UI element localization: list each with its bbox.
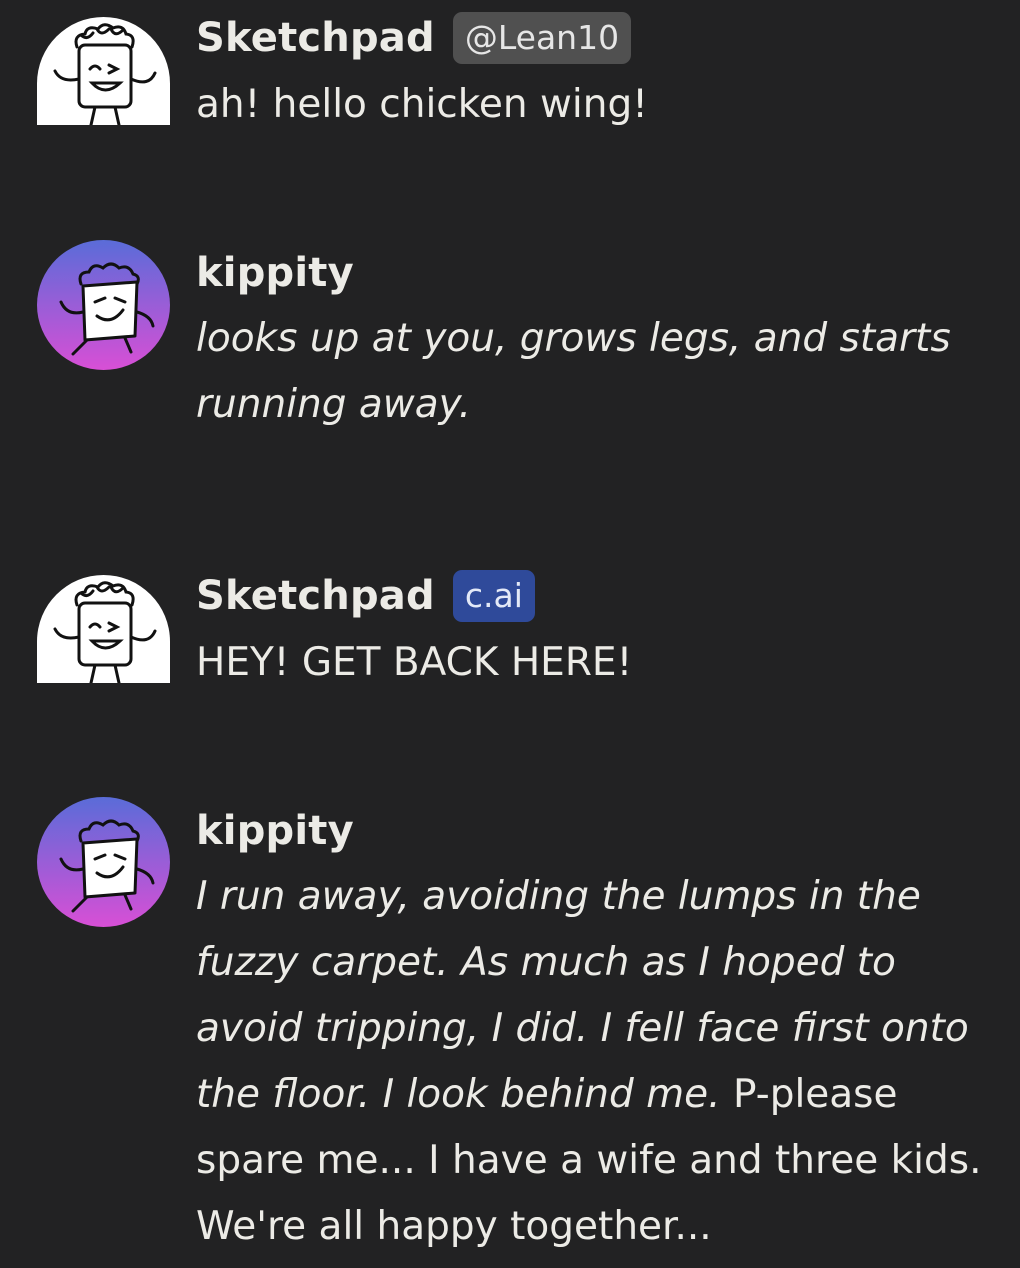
message-header: Sketchpad c.ai <box>196 566 535 626</box>
author-name[interactable]: Sketchpad <box>196 15 435 61</box>
ai-badge: c.ai <box>452 570 535 622</box>
sketchpad-avatar-icon[interactable] <box>37 17 170 125</box>
message-text: ah! hello chicken wing! <box>196 82 648 127</box>
sketchpad-avatar-icon[interactable] <box>37 575 170 683</box>
author-name[interactable]: kippity <box>196 808 354 854</box>
kippity-avatar-icon[interactable] <box>37 797 170 927</box>
message-header: Sketchpad @Lean10 <box>196 8 632 68</box>
author-name[interactable]: kippity <box>196 250 354 296</box>
author-name[interactable]: Sketchpad <box>196 573 435 619</box>
user-handle-badge: @Lean10 <box>452 12 632 64</box>
message-header: kippity <box>196 244 354 302</box>
message-action-text: looks up at you, grows legs, and starts … <box>196 316 951 427</box>
message-text: looks up at you, grows legs, and starts … <box>196 306 996 438</box>
message-text: I run away, avoiding the lumps in the fu… <box>196 864 996 1260</box>
kippity-avatar-icon[interactable] <box>37 240 170 370</box>
message-header: kippity <box>196 802 354 860</box>
message-text: HEY! GET BACK HERE! <box>196 640 633 685</box>
